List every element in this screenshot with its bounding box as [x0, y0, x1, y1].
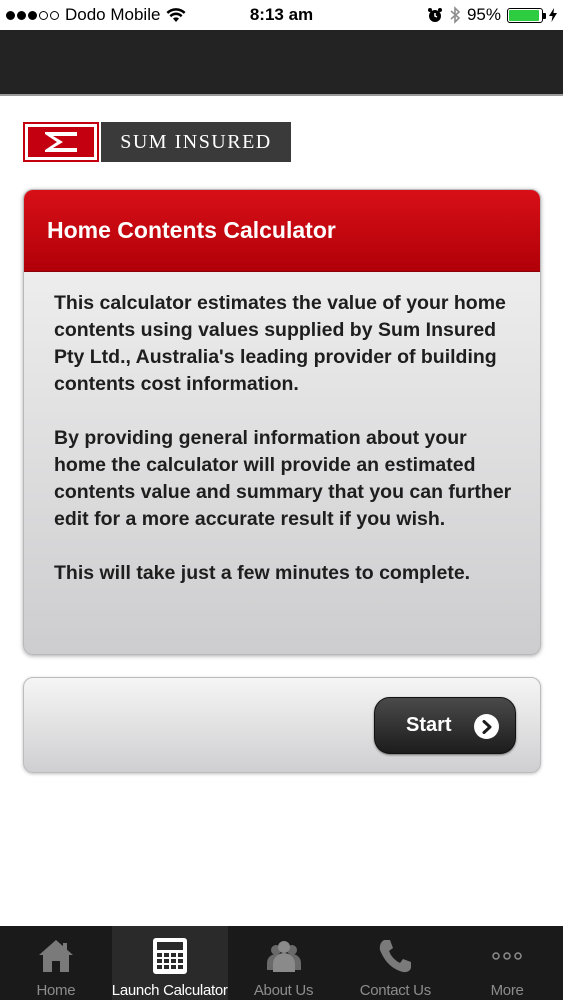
home-icon	[34, 934, 78, 978]
tab-about-us[interactable]: About Us	[228, 926, 340, 1000]
tab-contact-us[interactable]: Contact Us	[339, 926, 451, 1000]
alarm-icon	[427, 8, 442, 22]
battery-level	[509, 9, 540, 21]
card-body: This calculator estimates the value of y…	[24, 272, 540, 587]
tab-label-about-us: About Us	[253, 982, 314, 999]
tab-label-contact-us: Contact Us	[359, 982, 432, 999]
tab-label-home: Home	[36, 982, 76, 999]
app-header-bar	[0, 30, 563, 96]
battery-icon	[507, 7, 546, 23]
status-bar: Dodo Mobile 8:13 am 95%	[0, 0, 563, 30]
phone-icon	[373, 934, 417, 978]
logo-wordmark: SUM INSURED	[101, 122, 291, 162]
battery-percentage: 95%	[466, 5, 501, 24]
status-right: 95%	[427, 5, 557, 25]
tab-label-more: More	[490, 982, 524, 999]
more-dots-icon	[485, 934, 529, 978]
card-title: Home Contents Calculator	[24, 190, 540, 272]
tab-label-launch-calculator: Launch Calculator	[111, 982, 228, 999]
bottom-tab-bar: Home Launch Calculator About Us Contact …	[0, 926, 563, 1000]
calculator-info-card: Home Contents Calculator This calculator…	[23, 189, 541, 655]
bluetooth-icon	[450, 6, 461, 24]
tab-home[interactable]: Home	[0, 926, 112, 1000]
start-button-label: Start	[406, 714, 452, 736]
calculator-icon	[148, 934, 192, 978]
action-panel: Start	[23, 677, 541, 773]
sum-insured-logo: SUM INSURED	[23, 122, 291, 162]
charging-icon	[549, 8, 557, 22]
sigma-logo-icon	[23, 122, 99, 162]
details-paragraph: By providing general information about y…	[54, 427, 512, 530]
duration-paragraph: This will take just a few minutes to com…	[54, 562, 471, 584]
tab-more[interactable]: More	[451, 926, 563, 1000]
tab-launch-calculator[interactable]: Launch Calculator	[111, 926, 228, 1000]
intro-paragraph: This calculator estimates the value of y…	[54, 292, 506, 395]
people-icon	[262, 934, 306, 978]
start-button[interactable]: Start	[374, 697, 516, 754]
chevron-right-icon	[474, 714, 499, 739]
